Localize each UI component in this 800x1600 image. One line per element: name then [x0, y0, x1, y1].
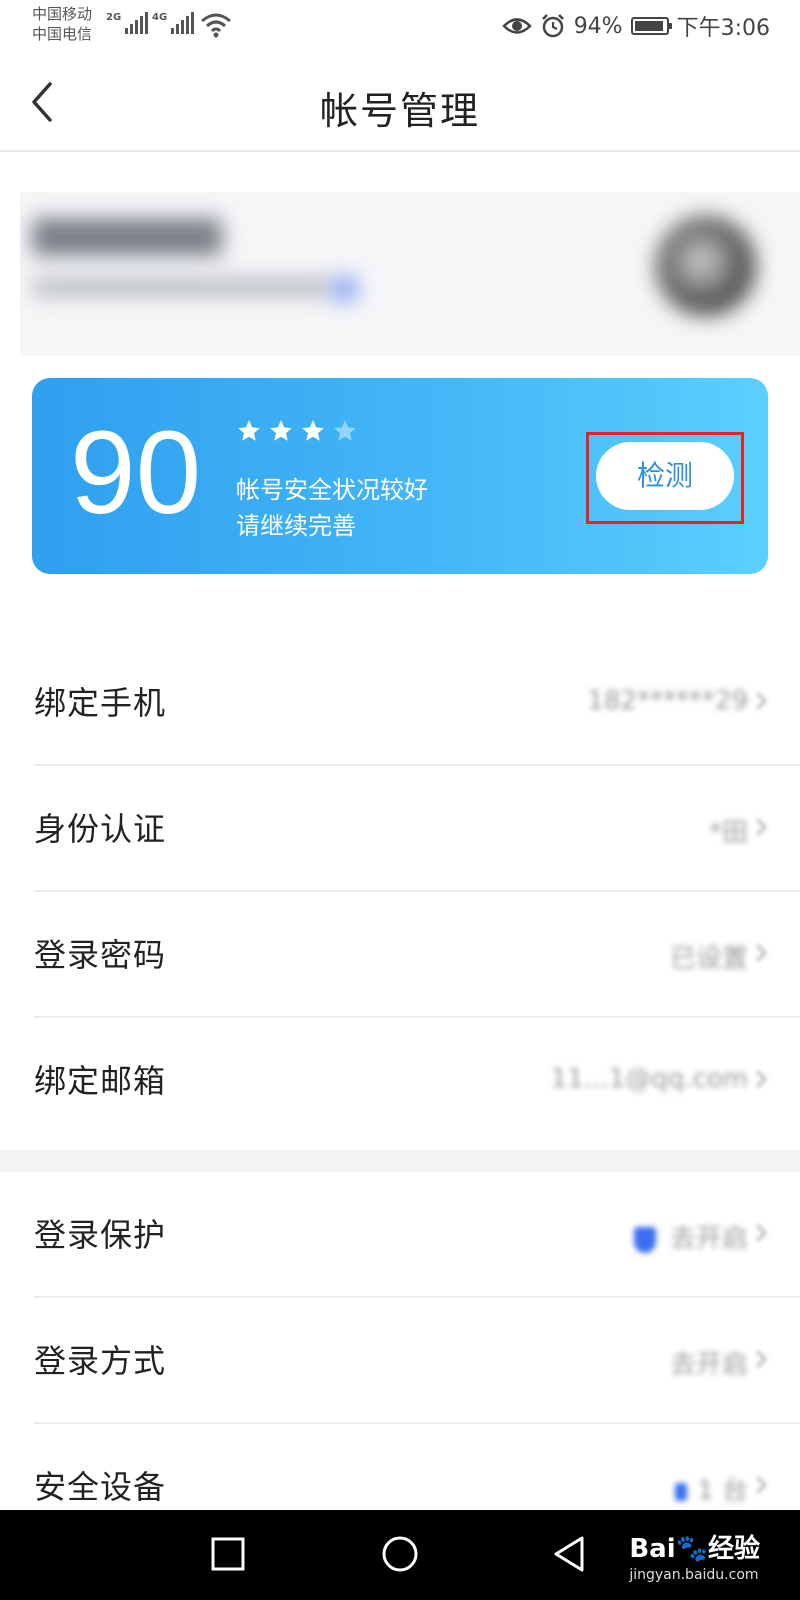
chevron-right-icon	[756, 692, 767, 710]
row-value: 去开启	[669, 1350, 748, 1380]
security-status-text: 帐号安全状况较好	[236, 476, 428, 504]
security-hint-text: 请继续完善	[236, 512, 356, 540]
row-value: 已设置	[669, 944, 748, 974]
star-filled-icon	[302, 420, 324, 441]
signal-icon-2: 4G	[152, 12, 195, 34]
settings-row-login-protection[interactable]: 登录保护 去开启	[0, 1172, 800, 1298]
alarm-icon	[541, 14, 564, 38]
row-label: 绑定手机	[34, 684, 167, 722]
baidu-watermark: Bai🐾经验 jingyan.baidu.com	[629, 1528, 760, 1583]
security-score: 90	[70, 407, 202, 539]
profile-name-blurred	[32, 218, 222, 256]
signal-icon-1: 2G	[106, 12, 149, 34]
chevron-right-icon	[756, 1350, 767, 1368]
row-value: 1 台	[675, 1470, 748, 1507]
star-filled-icon	[238, 420, 260, 441]
row-label: 登录密码	[34, 936, 167, 974]
settings-row-email[interactable]: 绑定邮箱 11...1@qq.com	[0, 1018, 800, 1150]
profile-card[interactable]	[20, 192, 800, 356]
eye-icon	[501, 18, 532, 34]
chevron-right-icon	[756, 818, 767, 836]
watermark-url: jingyan.baidu.com	[629, 1567, 759, 1583]
chevron-right-icon	[756, 1070, 767, 1088]
row-label: 安全设备	[34, 1468, 167, 1506]
row-value: 去开启	[633, 1218, 748, 1255]
row-label: 登录保护	[34, 1216, 167, 1254]
highlight-box	[586, 432, 744, 524]
paw-icon: 🐾	[675, 1534, 708, 1564]
star-filled-icon	[270, 420, 292, 441]
settings-row-login-method[interactable]: 登录方式 去开启	[0, 1298, 800, 1424]
shield-icon	[633, 1226, 656, 1253]
row-value: 182******29	[587, 686, 748, 716]
star-empty-icon	[334, 420, 356, 441]
status-bar: 中国移动 中国电信 2G 4G 94% 下午3:06	[0, 0, 800, 52]
chevron-right-icon	[756, 944, 767, 962]
section-divider	[0, 1150, 800, 1172]
row-value: *田	[708, 818, 748, 848]
battery-percent: 94%	[573, 13, 623, 39]
system-nav-bar: Bai🐾经验 jingyan.baidu.com	[0, 1510, 800, 1600]
recent-apps-icon[interactable]	[210, 1534, 246, 1574]
carrier-2: 中国电信	[32, 25, 93, 43]
rating-stars	[236, 418, 358, 444]
nav-bar: 帐号管理	[0, 52, 800, 152]
verified-badge-icon	[332, 276, 358, 302]
status-right: 94% 下午3:06	[501, 10, 770, 42]
row-label: 绑定邮箱	[34, 1062, 167, 1100]
page-title: 帐号管理	[319, 89, 480, 133]
wifi-icon	[201, 13, 231, 38]
row-value: 11...1@qq.com	[550, 1064, 748, 1094]
back-nav-icon[interactable]	[550, 1534, 590, 1574]
device-icon	[675, 1482, 688, 1501]
chevron-right-icon	[756, 1224, 767, 1242]
row-label: 登录方式	[34, 1342, 167, 1380]
settings-row-password[interactable]: 登录密码 已设置	[0, 892, 800, 1018]
settings-row-identity[interactable]: 身份认证 *田	[0, 766, 800, 892]
carrier-1: 中国移动	[32, 5, 93, 23]
home-icon[interactable]	[380, 1534, 420, 1574]
battery-icon	[630, 17, 672, 35]
carrier-info: 中国移动 中国电信	[32, 4, 92, 44]
clock: 下午3:06	[676, 16, 770, 41]
watermark-brand: Bai	[629, 1534, 676, 1564]
watermark-brand-cn: 经验	[707, 1534, 760, 1564]
profile-id-blurred	[32, 278, 332, 296]
settings-row-bind-phone[interactable]: 绑定手机 182******29	[0, 640, 800, 766]
chevron-right-icon	[756, 1476, 767, 1494]
avatar[interactable]	[656, 216, 756, 316]
row-label: 身份认证	[34, 810, 167, 848]
